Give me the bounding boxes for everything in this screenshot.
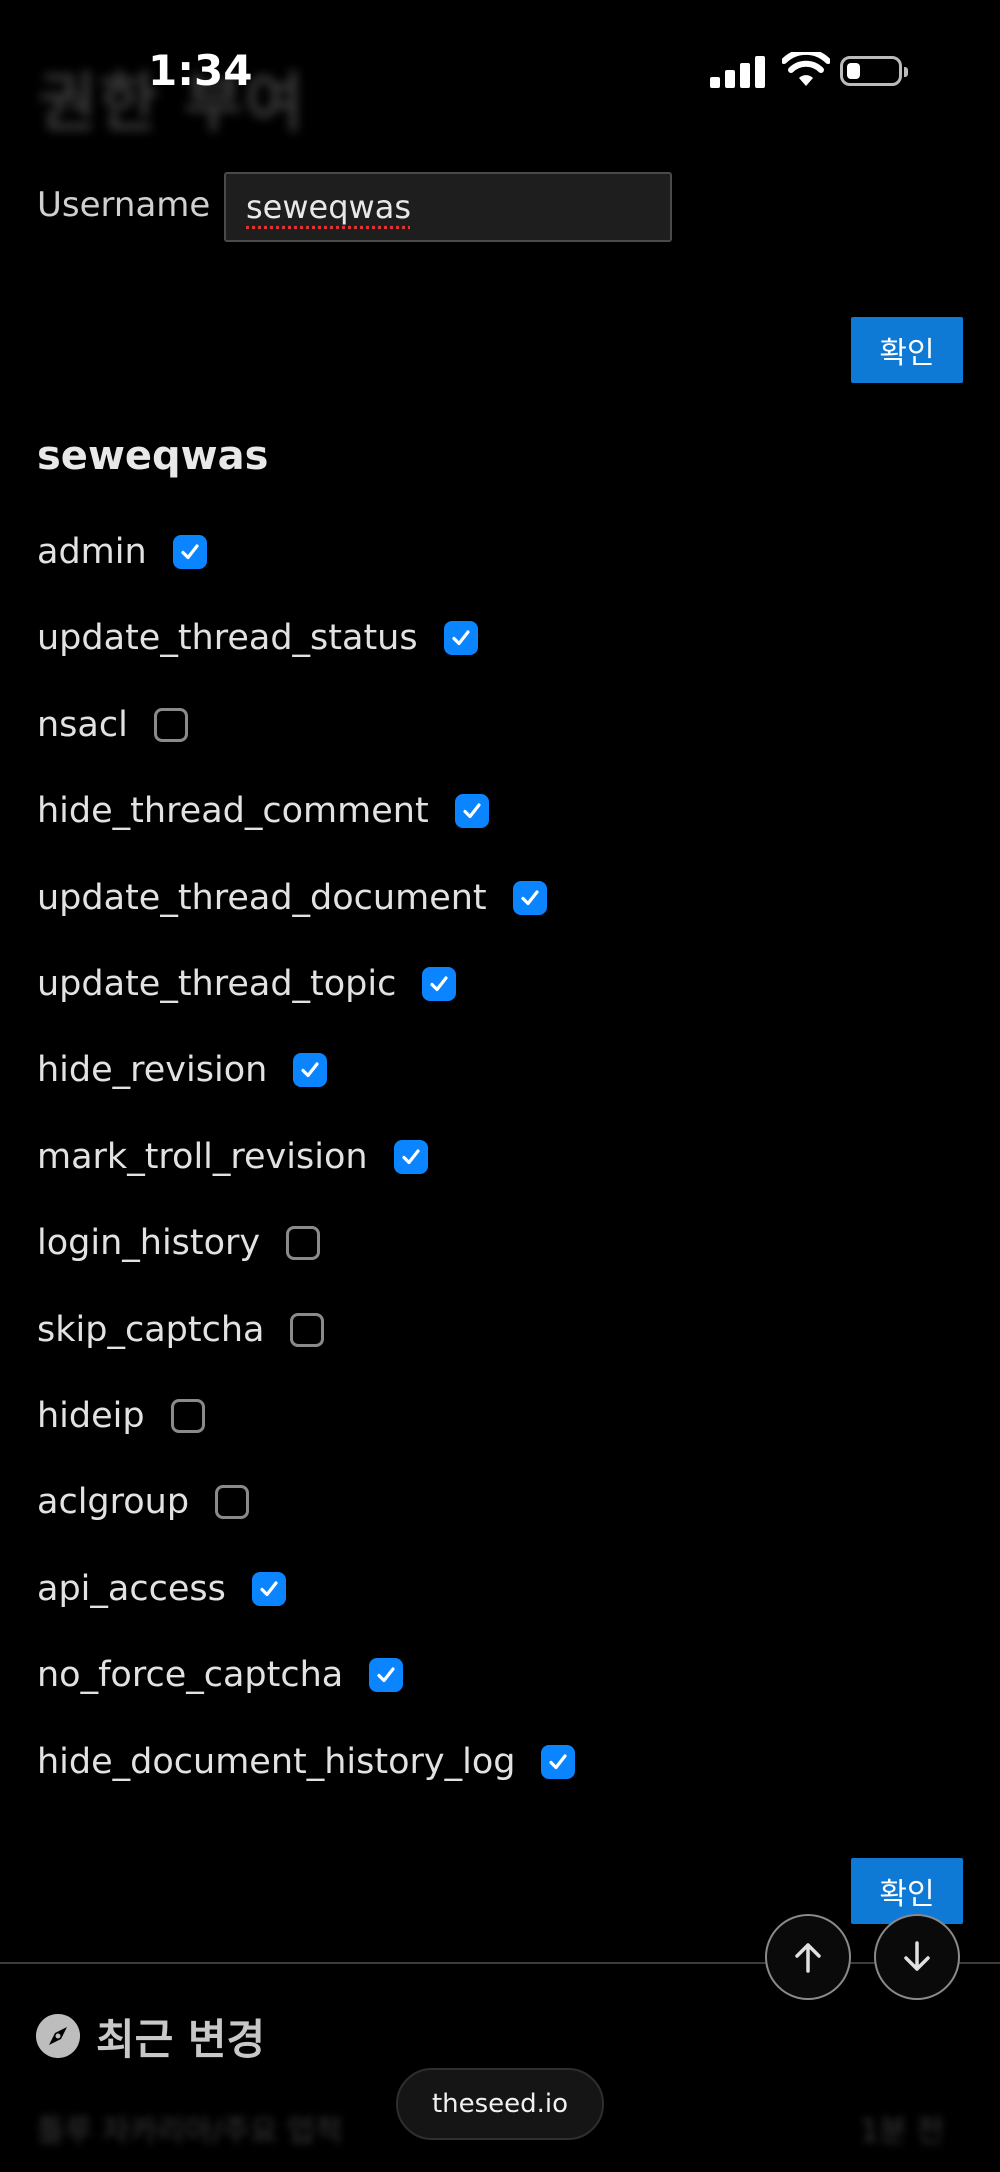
- checkmark-icon: [377, 1667, 395, 1683]
- username-value: seweqwas: [246, 188, 411, 226]
- permission-checkbox[interactable]: [541, 1744, 576, 1779]
- permission-row-hide_document_history_log[interactable]: hide_document_history_log: [37, 1734, 576, 1790]
- recent-changes-title: 최근 변경: [96, 2015, 266, 2064]
- checkmark-icon: [260, 1581, 278, 1596]
- permission-label: update_thread_status: [37, 618, 418, 659]
- permission-row-login_history[interactable]: login_history: [37, 1215, 321, 1271]
- permission-label: hideip: [37, 1396, 145, 1436]
- arrow-down-icon: [904, 1941, 930, 1971]
- permission-label: no_force_captcha: [37, 1655, 344, 1696]
- checkmark-icon: [451, 630, 470, 646]
- permission-checkbox[interactable]: [512, 880, 547, 915]
- username-label: Username: [37, 185, 211, 225]
- permission-checkbox[interactable]: [369, 1658, 404, 1693]
- permission-checkbox[interactable]: [172, 535, 207, 569]
- scroll-up-button[interactable]: [765, 1914, 851, 2000]
- permission-row-api_access[interactable]: api_access: [37, 1561, 286, 1617]
- permission-label: login_history: [37, 1223, 261, 1264]
- permission-row-update_thread_topic[interactable]: update_thread_topic: [37, 956, 457, 1012]
- checkmark-icon: [521, 889, 539, 905]
- permission-checkbox[interactable]: [454, 794, 489, 829]
- arrow-up-icon: [795, 1943, 821, 1973]
- permission-checkbox[interactable]: [215, 1485, 250, 1520]
- status-icons: [710, 52, 910, 92]
- permission-row-nsacl[interactable]: nsacl: [37, 697, 188, 753]
- permission-row-mark_troll_revision[interactable]: mark_troll_revision: [37, 1129, 428, 1185]
- permission-row-update_thread_document[interactable]: update_thread_document: [37, 870, 547, 926]
- permission-row-admin[interactable]: admin: [37, 524, 207, 580]
- scroll-down-button[interactable]: [874, 1914, 960, 2000]
- permission-label: update_thread_topic: [37, 964, 397, 1004]
- permission-row-no_force_captcha[interactable]: no_force_captcha: [37, 1647, 404, 1703]
- permission-label: update_thread_document: [37, 877, 487, 918]
- battery-icon: [840, 56, 908, 86]
- permission-label: hide_revision: [37, 1050, 268, 1091]
- permission-checkbox[interactable]: [290, 1312, 325, 1347]
- permission-row-skip_captcha[interactable]: skip_captcha: [37, 1302, 325, 1358]
- permission-checkbox[interactable]: [286, 1226, 321, 1261]
- permission-checkbox[interactable]: [443, 621, 478, 656]
- checkmark-icon: [181, 544, 199, 560]
- checkmark-icon: [401, 1149, 420, 1164]
- permission-checkbox[interactable]: [422, 967, 457, 1001]
- permission-label: nsacl: [37, 704, 128, 745]
- user-heading: seweqwas: [37, 433, 269, 479]
- permission-row-hide_thread_comment[interactable]: hide_thread_comment: [37, 783, 489, 839]
- permission-checkbox[interactable]: [293, 1053, 328, 1088]
- checkmark-icon: [463, 803, 481, 819]
- confirm-button-top[interactable]: 확인: [851, 317, 963, 383]
- checkmark-icon: [549, 1753, 568, 1769]
- permission-checkbox[interactable]: [170, 1399, 205, 1433]
- checkmark-icon: [430, 976, 448, 992]
- permission-label: hide_document_history_log: [37, 1741, 516, 1782]
- checkmark-icon: [301, 1062, 319, 1078]
- status-time: 1:34: [148, 46, 253, 95]
- permission-row-hideip[interactable]: hideip: [37, 1388, 205, 1444]
- permission-label: mark_troll_revision: [37, 1136, 368, 1177]
- permission-row-hide_revision[interactable]: hide_revision: [37, 1042, 328, 1098]
- permission-row-aclgroup[interactable]: aclgroup: [37, 1474, 250, 1530]
- permission-checkbox[interactable]: [153, 707, 188, 742]
- permission-label: admin: [37, 532, 147, 572]
- recent-item-title[interactable]: 틀루 자카리아/주요 업적: [37, 2106, 342, 2150]
- permission-label: aclgroup: [37, 1482, 190, 1523]
- cellular-signal-icon: [710, 56, 766, 88]
- permission-label: api_access: [37, 1568, 226, 1609]
- username-input[interactable]: seweqwas: [224, 172, 672, 242]
- permission-label: skip_captcha: [37, 1309, 265, 1350]
- permission-checkbox[interactable]: [251, 1571, 286, 1606]
- permission-label: hide_thread_comment: [37, 791, 429, 832]
- permission-row-update_thread_status[interactable]: update_thread_status: [37, 610, 478, 666]
- compass-icon: [36, 2014, 80, 2058]
- wifi-icon: [782, 52, 830, 86]
- browser-url-pill[interactable]: theseed.io: [396, 2068, 604, 2140]
- permission-checkbox[interactable]: [393, 1139, 428, 1174]
- recent-item-time: 1분 전: [860, 2114, 944, 2149]
